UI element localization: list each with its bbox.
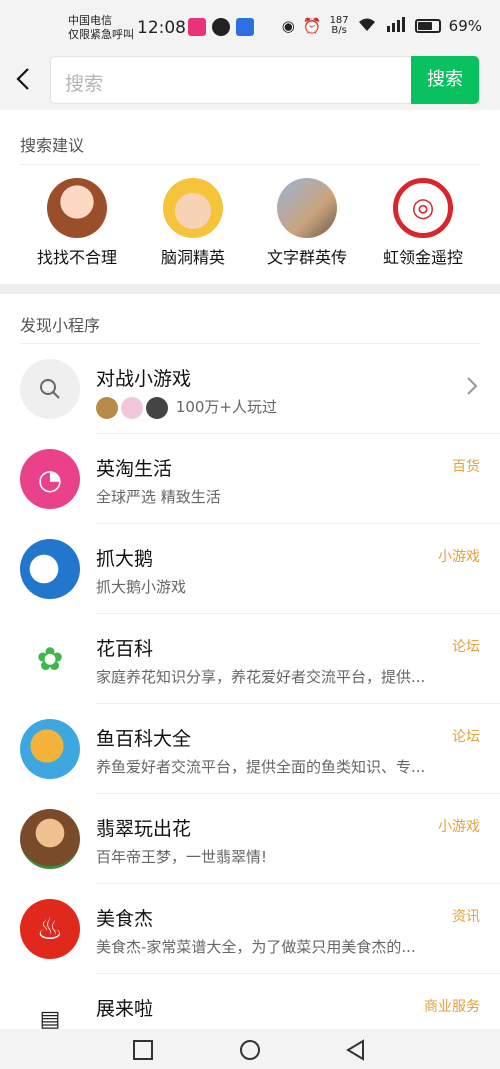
wifi-icon [357,16,377,36]
battery-level: 69% [448,17,482,35]
suggestion-label: 虹领金遥控 [382,248,463,267]
discover-title: 发现小程序 [20,316,101,335]
discover-mini-programs: 发现小程序 对战小游戏 100万+人玩过 ◔ 英淘生活 全球严选 精致生活 百货… [0,294,500,1029]
back-icon[interactable] [345,1039,367,1061]
item-name: 美食杰 [96,908,154,930]
list-item[interactable]: 翡翠玩出花 百年帝王梦，一世翡翠情! 小游戏 [0,794,500,884]
category-tag: 商业服务 [424,999,480,1015]
list-item[interactable]: ♨ 美食杰 美食杰-家常菜谱大全，为了做菜只用美食杰的... 资讯 [0,884,500,974]
item-name: 鱼百科大全 [96,728,192,750]
item-name: 对战小游戏 [96,368,192,390]
status-bar: 中国电信 仅限紧急呼叫 12:08 ◉ ⏰ 187 B/s 69% [0,0,500,52]
list-item-games[interactable]: 对战小游戏 100万+人玩过 [0,344,500,434]
app-logo-icon [20,539,80,599]
item-name: 展来啦 [96,998,154,1020]
app-notification-icon [236,18,254,36]
suggestion-item[interactable]: ◎ 虹领金遥控 [368,178,478,268]
suggestion-item[interactable]: 找找不合理 [22,178,132,268]
game-avatar [121,396,143,419]
alarm-icon: ⏰ [302,17,322,35]
carrier-info: 中国电信 仅限紧急呼叫 [68,14,134,42]
category-tag: 论坛 [452,639,480,655]
search-icon [20,359,80,419]
search-suggestions: 搜索建议 找找不合理 脑洞精英 文字群英传 ◎ 虹领金遥控 [0,110,500,284]
app-logo-icon [20,719,80,779]
app-logo-icon: ◔ [20,449,80,509]
app-logo-icon: ▤ [20,989,80,1029]
battery-icon [414,19,441,33]
app-logo-icon: ✿ [20,629,80,689]
eye-icon: ◉ [281,17,295,35]
signal-icon [385,16,407,36]
app-logo-icon [20,809,80,869]
notification-icons [188,18,254,36]
category-tag: 百货 [452,459,480,475]
category-tag: 论坛 [452,729,480,745]
item-desc: 美食杰-家常菜谱大全，为了做菜只用美食杰的... [96,938,416,956]
status-right: ◉ ⏰ 187 B/s 69% [282,16,482,36]
suggestion-item[interactable]: 脑洞精英 [138,178,248,268]
category-tag: 小游戏 [438,549,480,565]
item-name: 抓大鹅 [96,548,154,570]
item-name: 英淘生活 [96,458,173,480]
recent-apps-icon[interactable] [132,1039,154,1061]
qq-icon [212,18,230,36]
item-desc: 养鱼爱好者交流平台，提供全面的鱼类知识、专... [96,758,426,776]
app-notification-icon [188,18,206,36]
item-name: 翡翠玩出花 [96,818,192,840]
suggestion-label: 文字群英传 [266,248,347,267]
section-gap [0,284,500,294]
divider [20,164,480,165]
game-icon [277,178,337,238]
players-count: 100万+人玩过 [175,398,277,416]
chevron-right-icon [466,374,478,402]
item-desc: 全球严选 精致生活 [96,488,221,506]
suggestion-label: 脑洞精英 [160,248,225,267]
suggestions-title: 搜索建议 [20,136,85,155]
app-logo-icon: ♨ [20,899,80,959]
system-nav-bar [0,1029,500,1069]
brand-logo-icon: ◎ [393,178,453,238]
back-arrow-icon[interactable] [14,66,38,94]
item-name: 花百科 [96,638,154,660]
speed-unit: B/s [331,25,347,36]
item-desc: 抓大鹅小游戏 [96,578,187,596]
game-players: 100万+人玩过 [96,396,484,419]
network-speed: 187 B/s [330,16,349,36]
category-tag: 小游戏 [438,819,480,835]
item-desc: 家庭养花知识分享，养花爱好者交流平台，提供... [96,668,426,686]
search-button[interactable]: 搜索 [411,56,479,104]
game-icon [47,178,107,238]
list-item[interactable]: ✿ 花百科 家庭养花知识分享，养花爱好者交流平台，提供... 论坛 [0,614,500,704]
search-box[interactable]: 搜索 搜索 [50,56,480,104]
list-item[interactable]: ▤ 展来啦 商业服务 [0,974,500,1029]
list-item[interactable]: ◔ 英淘生活 全球严选 精致生活 百货 [0,434,500,524]
suggestion-label: 找找不合理 [36,248,117,267]
item-desc: 百年帝王梦，一世翡翠情! [96,848,268,866]
list-item[interactable]: 抓大鹅 抓大鹅小游戏 小游戏 [0,524,500,614]
carrier-name: 中国电信 [68,14,112,27]
game-icon [163,178,223,238]
home-icon[interactable] [239,1039,261,1061]
game-avatar [146,396,168,419]
list-item[interactable]: 鱼百科大全 养鱼爱好者交流平台，提供全面的鱼类知识、专... 论坛 [0,704,500,794]
emergency-only-text: 仅限紧急呼叫 [68,28,134,41]
category-tag: 资讯 [452,909,480,925]
search-input[interactable]: 搜索 [65,69,103,96]
suggestion-item[interactable]: 文字群英传 [252,178,362,268]
clock: 12:08 [137,18,186,38]
search-header: 搜索 搜索 [0,52,500,110]
game-avatar [96,396,118,419]
